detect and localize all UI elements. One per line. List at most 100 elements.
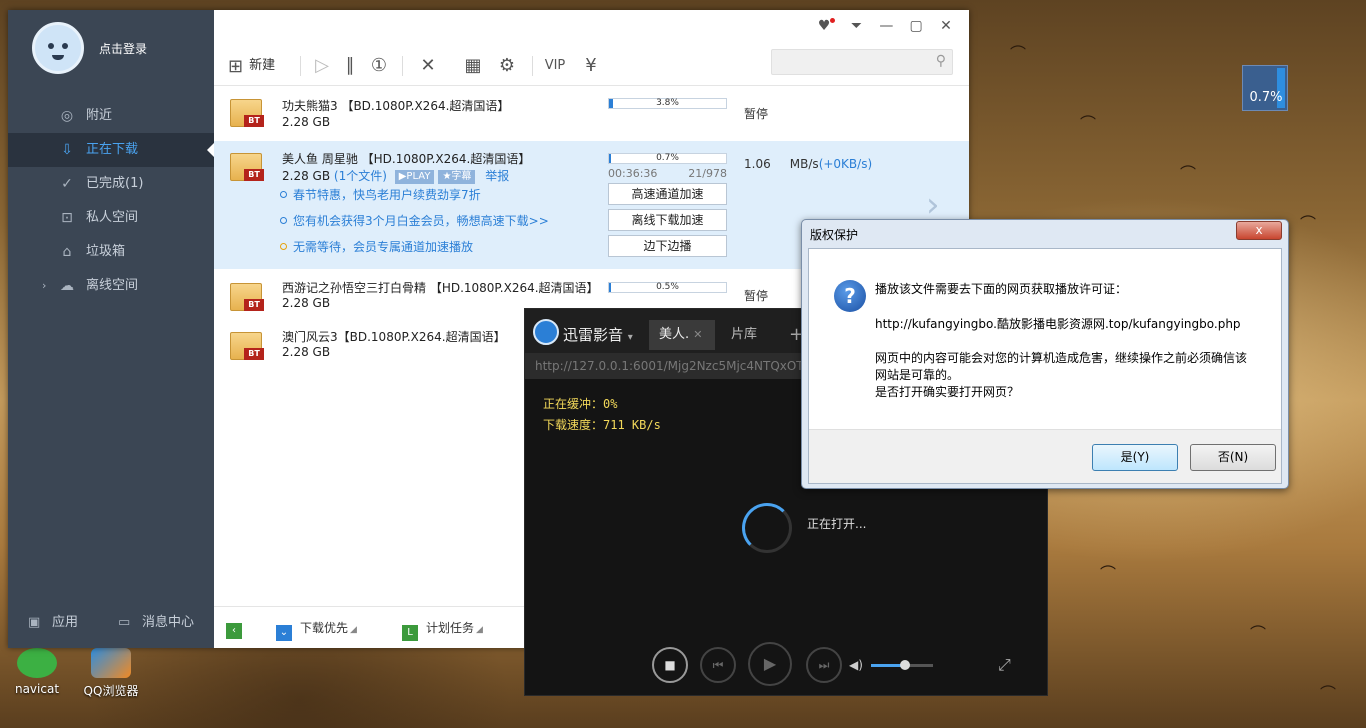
offline-accel-button[interactable]: 离线下载加速 — [608, 209, 727, 231]
avatar-eye — [62, 43, 68, 49]
report-link[interactable]: 举报 — [485, 169, 509, 183]
dialog-footer: 是(Y) 否(N) — [809, 429, 1281, 483]
promo-text: 您有机会获得3个月白金会员，畅想高速下载>> — [293, 214, 549, 228]
dialog-close-button[interactable]: x — [1236, 221, 1282, 240]
player-tab-library[interactable]: 片库 — [721, 320, 781, 350]
new-task-button[interactable]: ⊞ 新建 — [228, 52, 290, 80]
sidebar-item-trash[interactable]: ⌂ 垃圾箱 — [8, 235, 214, 269]
download-row[interactable]: BT 功夫熊猫3 【BD.1080P.X264.超清国语】 2.28 GB 3.… — [214, 87, 969, 139]
close-icon[interactable]: ✕ — [933, 18, 959, 34]
play-tag[interactable]: ▶PLAY — [394, 170, 435, 184]
progress-text: 3.8% — [656, 98, 679, 108]
plan-label: 计划任务 — [426, 621, 475, 635]
yes-button[interactable]: 是(Y) — [1092, 444, 1178, 471]
high-speed-accel-button[interactable]: 高速通道加速 — [608, 183, 727, 205]
sidebar-item-completed[interactable]: ✓ 已完成(1) — [8, 167, 214, 201]
promo-link[interactable]: 春节特惠，快鸟老用户续费劲享7折 — [280, 186, 481, 203]
login-link[interactable]: 点击登录 — [99, 40, 147, 57]
file-size: 2.28 GB — [282, 296, 331, 310]
priority-label: 下载优先 — [300, 621, 349, 635]
menu-icon[interactable]: ⏷ — [844, 18, 870, 34]
sidebar-item-label: 离线空间 — [86, 278, 139, 293]
desktop-icon-qq-browser[interactable]: QQ浏览器 — [76, 648, 146, 699]
avatar-eye — [48, 43, 54, 49]
message-center-button[interactable]: ▭ 消息中心 — [118, 611, 194, 630]
briefcase-icon: ▣ — [28, 615, 41, 630]
previous-button[interactable]: ⏮ — [700, 647, 736, 683]
location-icon: ◎ — [60, 108, 74, 124]
toolbar-divider — [532, 56, 533, 76]
status-text: 暂停 — [744, 107, 769, 121]
file-size: 2.28 GB — [282, 169, 331, 183]
apps-button[interactable]: ▣ 应用 — [28, 611, 78, 630]
next-button[interactable]: ⏭ — [806, 647, 842, 683]
bird-silhouette: ⌒ — [1080, 114, 1097, 133]
volume-knob[interactable] — [900, 660, 911, 670]
download-icon: ⇩ — [61, 142, 73, 158]
avatar[interactable] — [32, 22, 84, 74]
grid-view-button[interactable]: ▦ — [460, 52, 486, 80]
play-while-downloading-button[interactable]: 边下边播 — [608, 235, 727, 257]
promo-link[interactable]: 您有机会获得3个月白金会员，畅想高速下载>> — [280, 212, 549, 229]
scheduled-task-button[interactable]: L 计划任务 ◢ — [402, 619, 483, 641]
sidebar-item-downloading[interactable]: ⇩ 正在下载 — [8, 133, 214, 167]
caret-icon: ◢ — [350, 625, 357, 635]
file-name: 西游记之孙悟空三打白骨精 【HD.1080P.X264.超清国语】 — [282, 281, 599, 295]
opening-text: 正在打开... — [807, 517, 867, 531]
no-button[interactable]: 否(N) — [1190, 444, 1276, 471]
file-name: 功夫熊猫3 【BD.1080P.X264.超清国语】 — [282, 99, 510, 113]
minimize-icon[interactable]: — — [873, 18, 899, 34]
elapsed-time: 00:36:36 — [608, 167, 658, 180]
speed-extra: (+0KB/s) — [818, 157, 873, 171]
volume-slider[interactable] — [871, 660, 933, 670]
promo-text: 春节特惠，快鸟老用户续费劲享7折 — [293, 188, 481, 202]
fullscreen-icon[interactable]: ⤢ — [998, 655, 1011, 675]
chat-icon: ▭ — [118, 615, 131, 630]
dialog-warning: 网页中的内容可能会对您的计算机造成危害，继续操作之前必须确信该 — [875, 351, 1248, 365]
money-icon[interactable]: ¥ — [578, 52, 604, 80]
download-priority-button[interactable]: ⌄ 下载优先 ◢ — [276, 619, 357, 641]
skin-icon[interactable]: ♥ — [814, 18, 840, 34]
time-info: 00:36:36 21/978 — [608, 167, 727, 180]
add-tab-icon[interactable]: + — [779, 320, 804, 350]
player-title[interactable]: 迅雷影音 ▾ — [563, 324, 633, 345]
bird-silhouette: ⌒ — [1320, 684, 1337, 703]
maximize-icon[interactable]: ▢ — [903, 18, 929, 34]
sidebar-item-nearby[interactable]: ◎ 附近 — [8, 99, 214, 133]
stop-button[interactable]: ■ — [652, 647, 688, 683]
notification-dot — [830, 18, 836, 23]
bullet-icon — [280, 217, 287, 224]
play-button[interactable]: ▶ — [748, 642, 792, 686]
vip-button[interactable]: VIP — [540, 52, 570, 80]
desktop-icon-navicat[interactable]: navicat — [2, 648, 72, 696]
speed-unit: MB/s — [789, 157, 819, 171]
pause-button[interactable]: ∥ — [338, 52, 362, 80]
sidebar-bottom: ▣ 应用 ▭ 消息中心 — [8, 605, 214, 635]
caret-icon: ◢ — [476, 625, 483, 635]
sidebar-item-offline-space[interactable]: › ☁ 离线空间 — [8, 269, 214, 303]
chevron-right-icon[interactable]: › — [42, 269, 46, 303]
delete-button[interactable]: ✕ — [412, 52, 444, 80]
settings-button[interactable]: ⚙ — [494, 52, 520, 80]
collapse-button[interactable]: ‹ — [226, 619, 250, 639]
new-file-icon: ⊞ — [228, 56, 244, 77]
player-logo-icon — [533, 319, 559, 345]
close-tab-icon[interactable]: ✕ — [693, 328, 702, 341]
subtitle-tag[interactable]: ★字幕 — [438, 170, 476, 184]
desktop-icon-label: QQ浏览器 — [83, 684, 139, 698]
check-icon: ✓ — [61, 176, 73, 192]
promo-link[interactable]: 无需等待，会员专属通道加速播放 — [280, 238, 473, 255]
window-controls: ♥ ⏷ — ▢ ✕ — [814, 18, 959, 40]
schedule-icon: L — [402, 625, 418, 641]
toolbar-divider — [300, 56, 301, 76]
player-tab-current[interactable]: 美人. ✕ — [649, 320, 715, 350]
start-button[interactable]: ▷ — [310, 52, 334, 80]
file-size-line: 2.28 GB (1个文件) ▶PLAY ★字幕 举报 — [282, 167, 509, 184]
speed-value: 1.06 — [744, 157, 771, 171]
sidebar-item-private-space[interactable]: ⊡ 私人空间 — [8, 201, 214, 235]
caret-down-icon: ▾ — [627, 332, 633, 343]
search-input[interactable]: ⚲ — [771, 49, 953, 75]
speed-float-widget[interactable]: 0.7% — [1242, 65, 1288, 111]
volume-icon[interactable]: ◀) — [849, 658, 863, 672]
priority-one-button[interactable]: ① — [366, 52, 392, 80]
